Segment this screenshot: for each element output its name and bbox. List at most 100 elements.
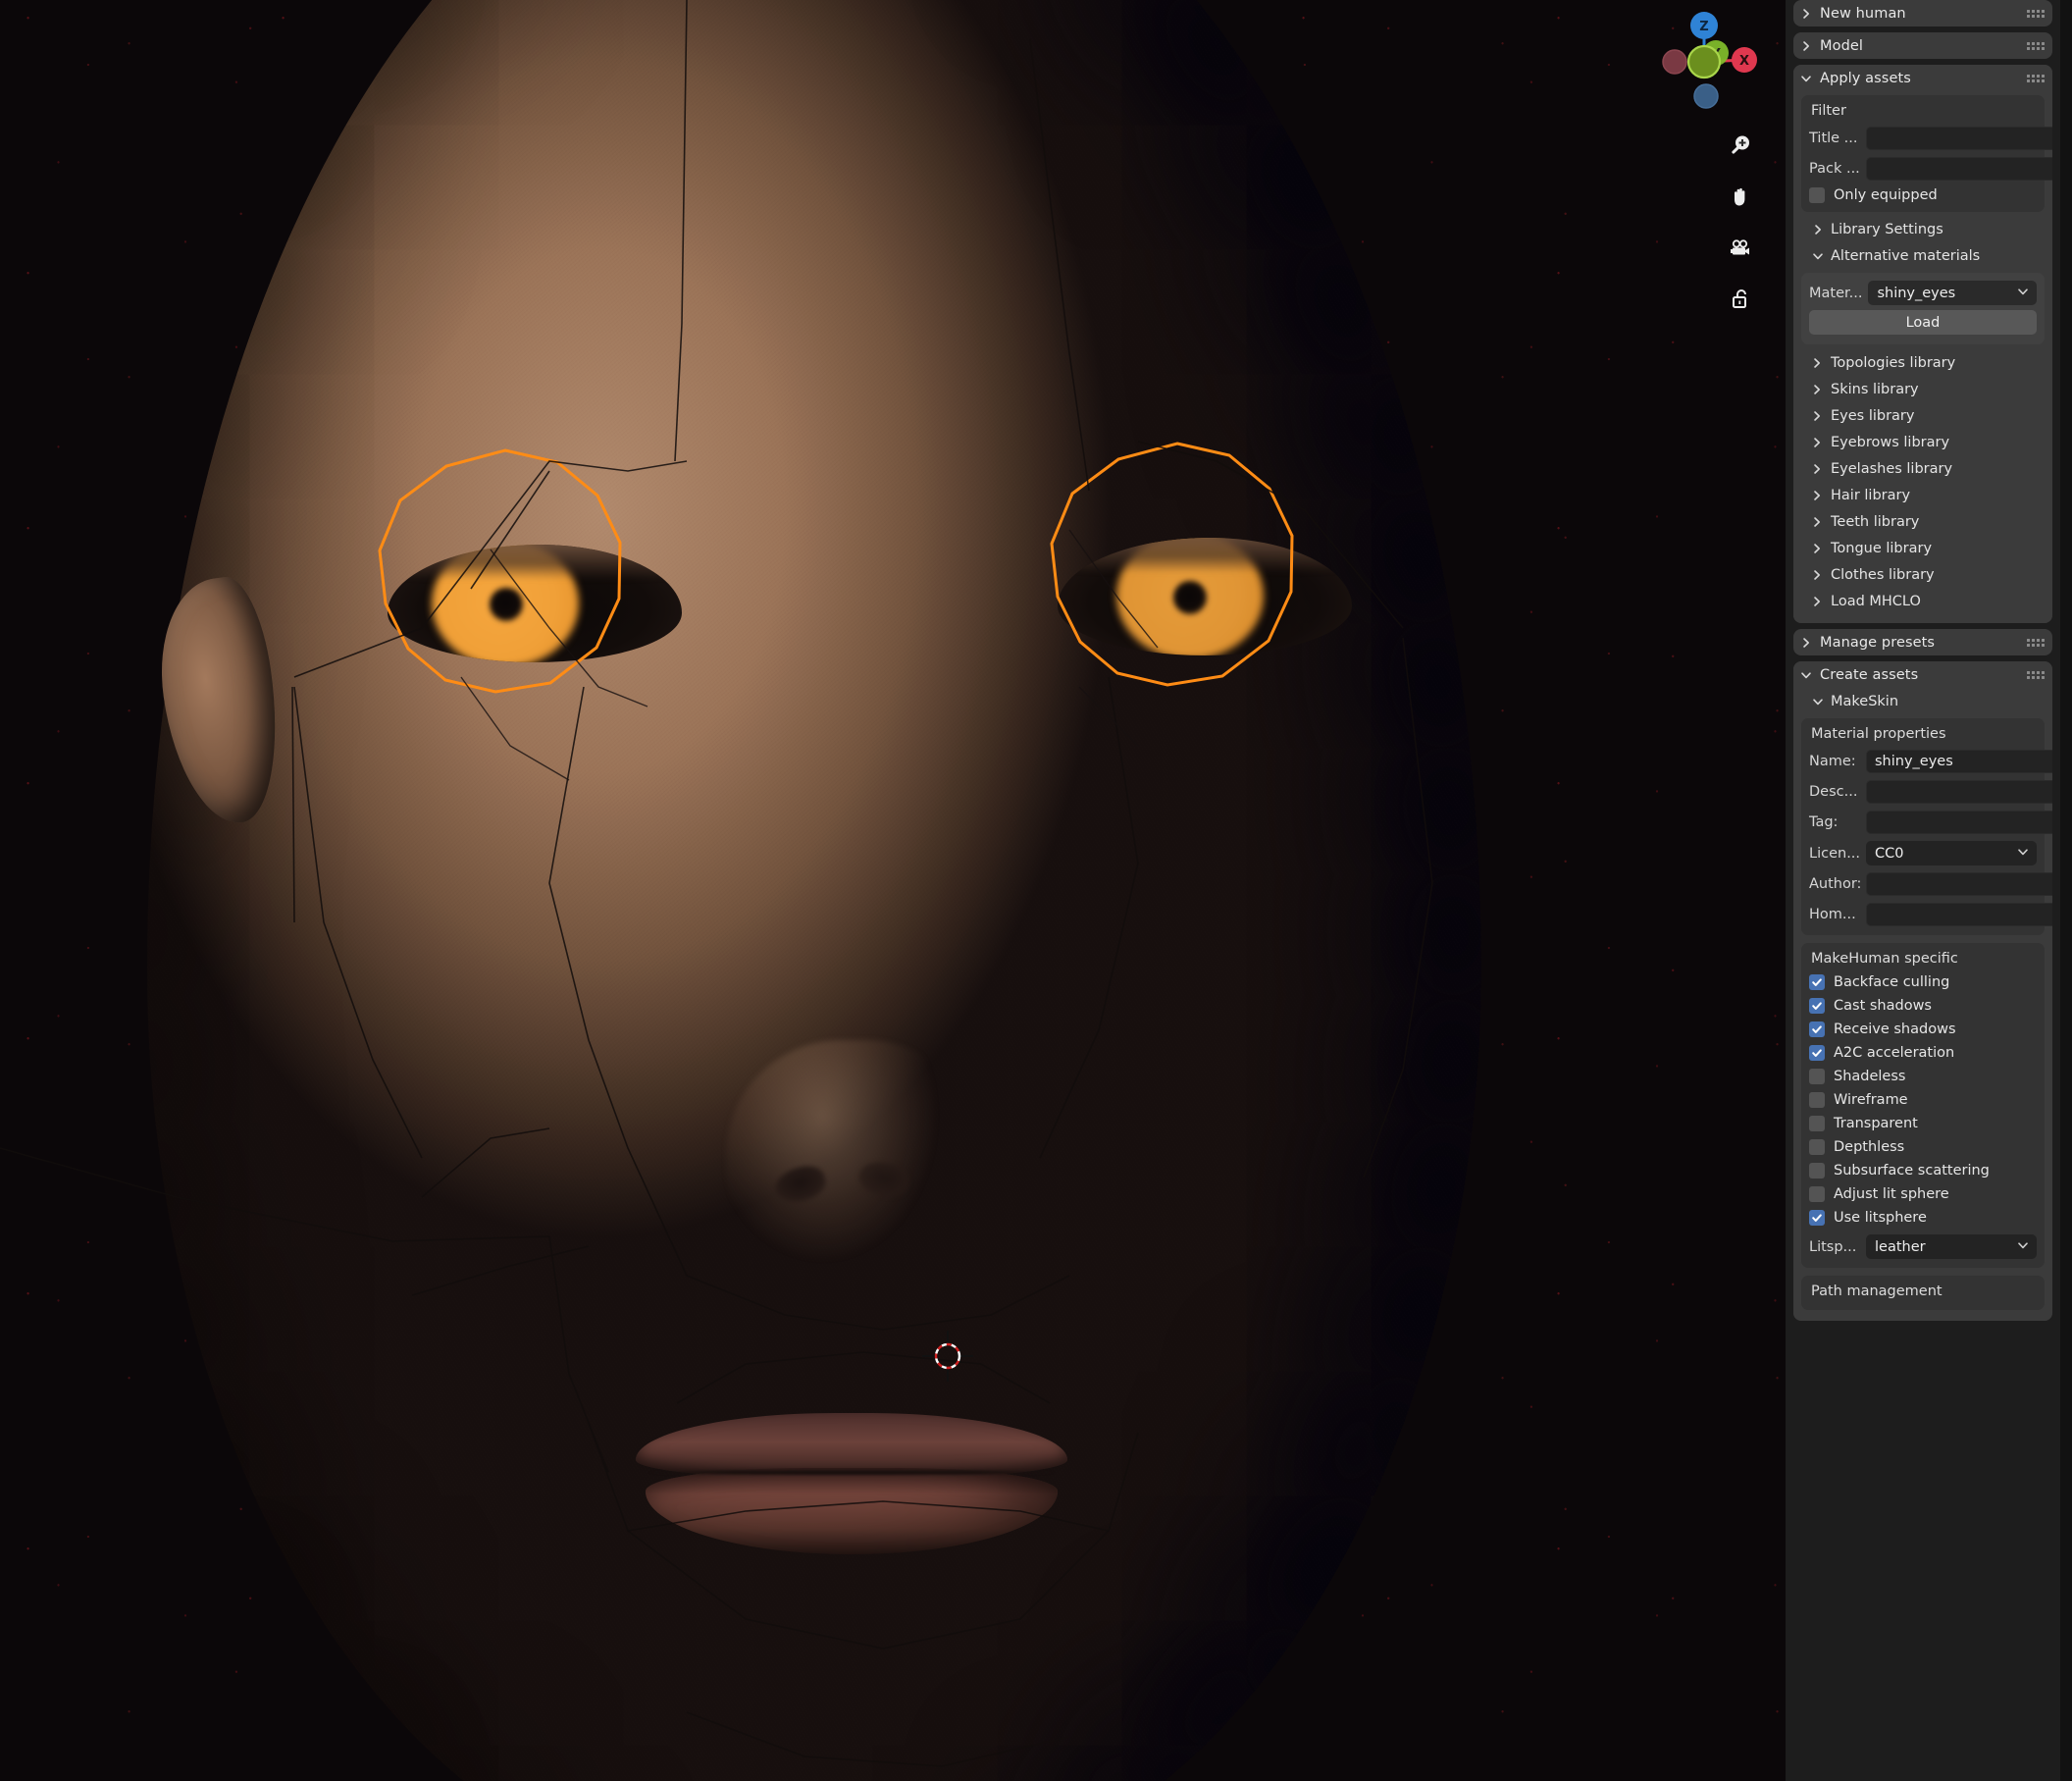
- litsphere-select[interactable]: leather: [1866, 1234, 2037, 1259]
- checkbox-checked-icon[interactable]: [1809, 1021, 1825, 1037]
- panel-header-new-human[interactable]: New human: [1793, 0, 2052, 26]
- checkbox-label: Backface culling: [1834, 974, 1950, 990]
- checkbox-checked-icon[interactable]: [1809, 998, 1825, 1014]
- lock-tool-button[interactable]: [1721, 279, 1760, 318]
- material-description-input[interactable]: [1866, 780, 2052, 804]
- only-equipped-checkbox-row[interactable]: Only equipped: [1809, 187, 2037, 203]
- panel-grip-icon[interactable]: [2027, 9, 2045, 18]
- library-item-eyebrows[interactable]: Eyebrows library: [1793, 429, 2052, 455]
- library-item-load-mhclo[interactable]: Load MHCLO: [1793, 588, 2052, 614]
- checkbox-row-receive-shadows[interactable]: Receive shadows: [1809, 1021, 2037, 1037]
- material-select[interactable]: shiny_eyes: [1868, 281, 2037, 305]
- panel-header-apply-assets[interactable]: Apply assets: [1793, 65, 2052, 91]
- material-author-label: Author:: [1809, 876, 1862, 892]
- subpanel-library-settings[interactable]: Library Settings: [1793, 216, 2052, 242]
- checkbox-row-use-litsphere[interactable]: Use litsphere: [1809, 1210, 2037, 1226]
- checkbox-icon[interactable]: [1809, 1092, 1825, 1108]
- checkbox-row-backface-culling[interactable]: Backface culling: [1809, 974, 2037, 990]
- material-author-input[interactable]: [1866, 872, 2052, 896]
- properties-sidebar[interactable]: New human Model Apply assets Filter Titl…: [1786, 0, 2072, 1781]
- checkbox-row-subsurface-scattering[interactable]: Subsurface scattering: [1809, 1163, 2037, 1179]
- checkbox-icon[interactable]: [1809, 187, 1825, 203]
- subpanel-title-makeskin: MakeSkin: [1831, 693, 1899, 709]
- material-properties-box: Material properties Name: Desc... Tag:: [1801, 718, 2052, 935]
- panel-grip-icon[interactable]: [2027, 638, 2045, 647]
- chevron-right-icon: [1811, 463, 1823, 475]
- checkbox-row-a2c-acceleration[interactable]: A2C acceleration: [1809, 1045, 2037, 1061]
- chevron-right-icon: [1811, 410, 1823, 422]
- checkbox-row-shadeless[interactable]: Shadeless: [1809, 1069, 2037, 1084]
- material-license-value: CC0: [1875, 845, 1904, 862]
- panel-manage-presets[interactable]: Manage presets: [1793, 629, 2052, 655]
- checkbox-checked-icon[interactable]: [1809, 1210, 1825, 1226]
- panel-grip-icon[interactable]: [2027, 74, 2045, 82]
- panel-title-model: Model: [1820, 37, 1864, 54]
- material-license-row: Licen... CC0: [1809, 841, 2037, 865]
- gizmo-axis-neg-z[interactable]: [1693, 83, 1719, 109]
- library-item-skins[interactable]: Skins library: [1793, 376, 2052, 402]
- library-item-hair[interactable]: Hair library: [1793, 482, 2052, 508]
- chevron-right-icon: [1799, 8, 1813, 20]
- chevron-right-icon: [1811, 490, 1823, 501]
- gizmo-label-x: X: [1739, 54, 1749, 69]
- gizmo-axis-neg-x[interactable]: [1662, 49, 1687, 75]
- material-license-select[interactable]: CC0: [1866, 841, 2037, 865]
- chevron-down-icon: [2017, 1239, 2029, 1255]
- chevron-right-icon: [1811, 437, 1823, 448]
- panel-model[interactable]: Model: [1793, 32, 2052, 59]
- zoom-tool-button[interactable]: [1721, 126, 1760, 165]
- checkbox-icon[interactable]: [1809, 1163, 1825, 1179]
- filter-box: Filter Title ... Pack ... Only equipped: [1801, 95, 2052, 212]
- filter-pack-input[interactable]: [1866, 157, 2052, 181]
- checkbox-row-adjust-lit-sphere[interactable]: Adjust lit sphere: [1809, 1186, 2037, 1202]
- chevron-down-icon: [1811, 250, 1824, 262]
- panel-new-human[interactable]: New human: [1793, 0, 2052, 26]
- load-button[interactable]: Load: [1809, 310, 2037, 335]
- panel-apply-assets[interactable]: Apply assets Filter Title ... Pack ... O…: [1793, 65, 2052, 623]
- material-license-label: Licen...: [1809, 845, 1861, 862]
- library-item-teeth[interactable]: Teeth library: [1793, 508, 2052, 535]
- library-item-eyes[interactable]: Eyes library: [1793, 402, 2052, 429]
- checkbox-row-cast-shadows[interactable]: Cast shadows: [1809, 998, 2037, 1014]
- filter-title-label: Title ...: [1809, 131, 1858, 146]
- library-item-tongue[interactable]: Tongue library: [1793, 535, 2052, 561]
- library-list: Topologies library Skins library Eyes li…: [1793, 348, 2052, 616]
- material-name-input[interactable]: [1866, 750, 2052, 773]
- checkbox-icon[interactable]: [1809, 1139, 1825, 1155]
- sidebar-right-gutter: [2060, 0, 2072, 1781]
- subpanel-alternative-materials[interactable]: Alternative materials: [1793, 242, 2052, 269]
- 3d-viewport[interactable]: Y X Z: [0, 0, 1786, 1781]
- panel-create-assets[interactable]: Create assets MakeSkin Material properti…: [1793, 661, 2052, 1321]
- subpanel-makeskin[interactable]: MakeSkin: [1793, 688, 2052, 714]
- checkbox-row-transparent[interactable]: Transparent: [1809, 1116, 2037, 1131]
- checkbox-row-depthless[interactable]: Depthless: [1809, 1139, 2037, 1155]
- material-tag-input[interactable]: [1866, 811, 2052, 834]
- unlock-icon: [1733, 289, 1746, 308]
- material-homepage-input[interactable]: [1866, 903, 2052, 926]
- checkbox-icon[interactable]: [1809, 1069, 1825, 1084]
- camera-tool-button[interactable]: [1721, 228, 1760, 267]
- pan-tool-button[interactable]: [1721, 177, 1760, 216]
- eye-selection-ring-right[interactable]: [1040, 440, 1315, 695]
- panel-grip-icon[interactable]: [2027, 670, 2045, 679]
- navigation-gizmo[interactable]: Y X Z: [1650, 8, 1758, 116]
- library-item-eyelashes[interactable]: Eyelashes library: [1793, 455, 2052, 482]
- checkbox-icon[interactable]: [1809, 1186, 1825, 1202]
- panel-header-create-assets[interactable]: Create assets: [1793, 661, 2052, 688]
- panel-header-model[interactable]: Model: [1793, 32, 2052, 59]
- panel-grip-icon[interactable]: [2027, 41, 2045, 50]
- checkbox-checked-icon[interactable]: [1809, 974, 1825, 990]
- filter-title-input[interactable]: [1866, 127, 2052, 150]
- lower-lip: [646, 1468, 1058, 1554]
- material-name-row: Name:: [1809, 750, 2052, 773]
- gizmo-center[interactable]: [1686, 44, 1722, 79]
- library-item-clothes[interactable]: Clothes library: [1793, 561, 2052, 588]
- checkbox-icon[interactable]: [1809, 1116, 1825, 1131]
- library-item-topologies[interactable]: Topologies library: [1793, 349, 2052, 376]
- eye-selection-ring-left[interactable]: [368, 446, 643, 702]
- checkbox-row-wireframe[interactable]: Wireframe: [1809, 1092, 2037, 1108]
- checkbox-checked-icon[interactable]: [1809, 1045, 1825, 1061]
- panel-header-manage-presets[interactable]: Manage presets: [1793, 629, 2052, 655]
- material-name-label: Name:: [1809, 754, 1856, 769]
- material-description-row: Desc...: [1809, 780, 2052, 804]
